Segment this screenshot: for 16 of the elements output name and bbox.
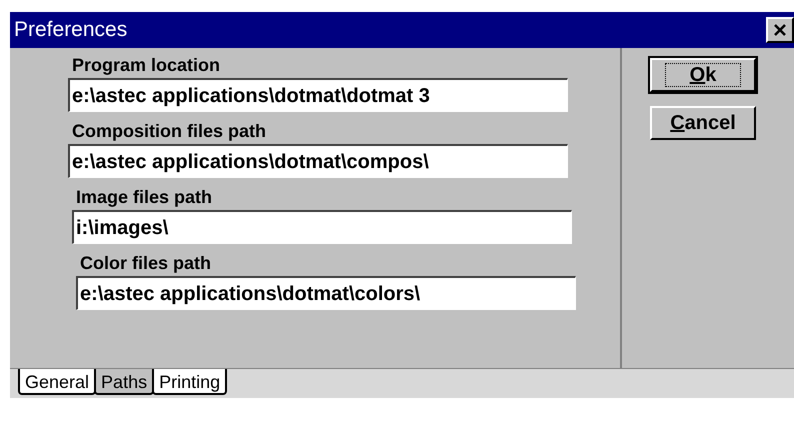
close-button[interactable] bbox=[766, 17, 794, 43]
field-label: Image files path bbox=[76, 186, 214, 208]
cancel-button[interactable]: Cancel bbox=[650, 106, 756, 140]
field-label: Composition files path bbox=[72, 120, 268, 142]
window-title: Preferences bbox=[14, 17, 128, 44]
tab[interactable]: Printing bbox=[152, 369, 228, 395]
path-field[interactable]: e:\astec applications\dotmat\dotmat 3 bbox=[68, 78, 568, 112]
field-label: Color files path bbox=[80, 252, 212, 274]
path-field[interactable]: e:\astec applications\dotmat\compos\ bbox=[68, 144, 568, 178]
tab[interactable]: General bbox=[18, 369, 96, 395]
tab[interactable]: Paths bbox=[94, 369, 154, 395]
path-field[interactable]: i:\images\ bbox=[72, 210, 572, 244]
field-label: Program location bbox=[72, 54, 222, 76]
close-icon bbox=[773, 23, 787, 37]
path-field[interactable]: e:\astec applications\dotmat\colors\ bbox=[76, 276, 576, 310]
ok-button[interactable]: Ok bbox=[650, 58, 756, 92]
